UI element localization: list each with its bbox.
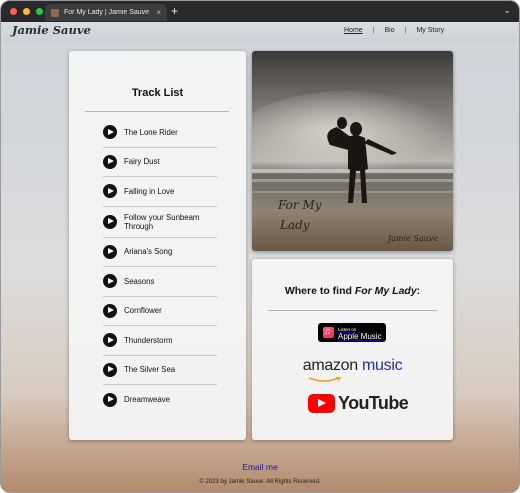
track-title: Fairy Dust bbox=[124, 157, 160, 167]
track-item: Follow your Sunbeam Through bbox=[103, 207, 217, 238]
nav-separator: | bbox=[404, 27, 407, 34]
amazon-music-link[interactable]: amazon music bbox=[252, 357, 453, 375]
apple-music-link[interactable]: Listen on Apple Music bbox=[318, 323, 386, 342]
track-title: The Lone Rider bbox=[124, 127, 178, 137]
track-item: Fairy Dust bbox=[103, 148, 217, 177]
chevron-down-icon[interactable]: ⌄ bbox=[503, 5, 511, 16]
nav-bio[interactable]: Bio bbox=[385, 27, 395, 34]
play-icon[interactable] bbox=[103, 214, 117, 229]
track-list-card: Track List The Lone Rider Fairy Dust Fal… bbox=[69, 51, 246, 440]
track-list-title: Track List bbox=[131, 87, 184, 99]
track-item: Dreamweave bbox=[103, 385, 217, 415]
youtube-link[interactable]: YouTube bbox=[308, 393, 409, 414]
apple-music-text: Listen on Apple Music bbox=[338, 326, 382, 341]
browser-titlebar: For My Lady | Jamie Sauve × + ⌄ bbox=[1, 1, 519, 22]
tab-title: For My Lady | Jamie Sauve bbox=[64, 9, 150, 16]
track-title: The Silver Sea bbox=[124, 365, 176, 375]
track-item: Thunderstorm bbox=[103, 326, 217, 356]
track-title: Seasons bbox=[124, 276, 155, 286]
track-item: Ariana's Song bbox=[103, 238, 217, 267]
track-title: Dreamweave bbox=[124, 395, 170, 405]
amazon-smile-icon bbox=[308, 377, 341, 382]
divider bbox=[85, 111, 229, 112]
youtube-label: YouTube bbox=[338, 393, 409, 413]
site-footer: Email me © 2023 by Jamie Sauve. All Righ… bbox=[1, 457, 519, 485]
where-to-find-title: Where to find For My Lady: bbox=[252, 285, 453, 297]
nav-my-story[interactable]: My Story bbox=[416, 27, 444, 34]
tab-close-icon[interactable]: × bbox=[156, 8, 161, 17]
track-title: Follow your Sunbeam Through bbox=[124, 212, 200, 231]
nav-home[interactable]: Home bbox=[344, 27, 363, 34]
site-brand[interactable]: Jamie Sauve bbox=[12, 23, 91, 37]
nav-separator: | bbox=[372, 27, 375, 34]
youtube-icon bbox=[308, 394, 335, 413]
track-item: The Lone Rider bbox=[103, 118, 217, 148]
close-window-button[interactable] bbox=[10, 8, 17, 15]
window-controls bbox=[10, 8, 43, 15]
where-to-find-card: Where to find For My Lady: Listen on App… bbox=[252, 259, 453, 440]
play-icon[interactable] bbox=[103, 333, 117, 348]
play-icon[interactable] bbox=[103, 274, 117, 289]
album-artist: Jamie Sauve bbox=[386, 234, 438, 243]
minimize-window-button[interactable] bbox=[23, 8, 30, 15]
track-title: Cornflower bbox=[124, 306, 162, 316]
new-tab-button[interactable]: + bbox=[171, 4, 178, 18]
track-item: The Silver Sea bbox=[103, 356, 217, 385]
play-icon[interactable] bbox=[103, 125, 117, 140]
apple-music-icon bbox=[323, 326, 334, 338]
favicon-icon bbox=[51, 8, 59, 17]
where-prefix: Where to find bbox=[284, 285, 355, 297]
play-icon[interactable] bbox=[103, 392, 117, 407]
play-icon[interactable] bbox=[103, 362, 117, 377]
track-title: Ariana's Song bbox=[124, 247, 173, 257]
amazon-music-word: music bbox=[357, 357, 403, 374]
track-title: Thunderstorm bbox=[124, 335, 173, 345]
track-item: Falling in Love bbox=[103, 177, 217, 207]
copyright-text: © 2023 by Jamie Sauve. All Rights Reserv… bbox=[199, 479, 321, 485]
track-item: Seasons bbox=[103, 267, 217, 297]
track-list: The Lone Rider Fairy Dust Falling in Lov… bbox=[103, 118, 217, 415]
play-icon[interactable] bbox=[103, 154, 117, 169]
apple-music-label: Apple Music bbox=[338, 331, 382, 341]
divider bbox=[268, 310, 437, 311]
email-link[interactable]: Email me bbox=[242, 462, 277, 472]
play-icon[interactable] bbox=[103, 244, 117, 259]
where-suffix: : bbox=[416, 285, 421, 297]
site-nav: Home | Bio | My Story bbox=[344, 27, 444, 34]
album-cover: For My Lady Jamie Sauve bbox=[252, 51, 453, 251]
browser-window: For My Lady | Jamie Sauve × + ⌄ Jamie Sa… bbox=[0, 0, 520, 493]
amazon-word: amazon bbox=[302, 357, 358, 374]
track-title: Falling in Love bbox=[124, 186, 175, 196]
where-album: For My Lady bbox=[354, 285, 417, 297]
album-title-line1: For My bbox=[277, 198, 322, 212]
browser-tab[interactable]: For My Lady | Jamie Sauve × bbox=[45, 4, 167, 21]
play-icon[interactable] bbox=[103, 184, 117, 199]
site-header: Jamie Sauve Home | Bio | My Story bbox=[1, 22, 519, 42]
play-icon[interactable] bbox=[103, 303, 117, 318]
maximize-window-button[interactable] bbox=[36, 8, 43, 15]
album-title-line2: Lady bbox=[279, 218, 310, 232]
track-item: Cornflower bbox=[103, 297, 217, 326]
